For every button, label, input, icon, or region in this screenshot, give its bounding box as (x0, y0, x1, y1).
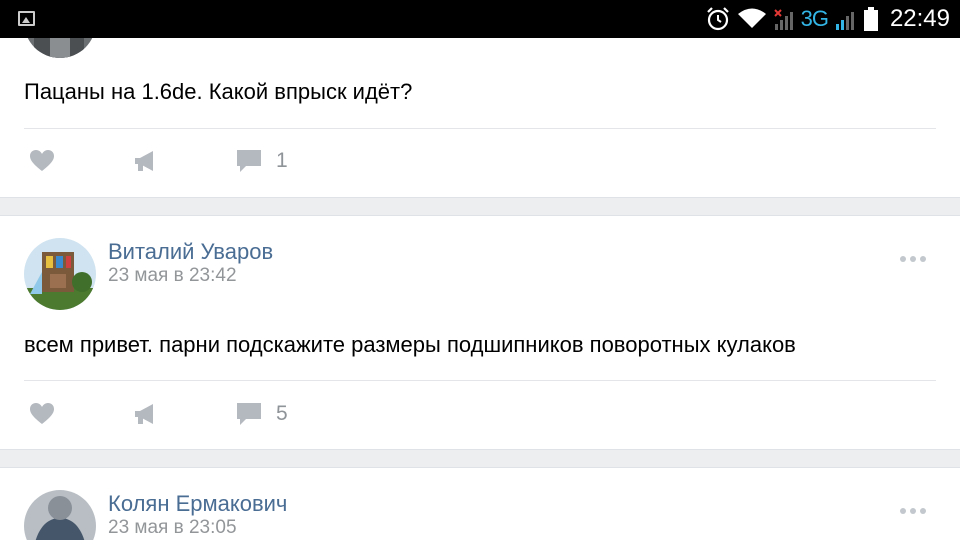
post-text: Пацаны на 1.6de. Какой впрыск идёт? (24, 79, 413, 104)
divider (24, 128, 936, 129)
share-button[interactable] (133, 149, 159, 173)
gallery-notification-icon (18, 11, 35, 26)
post-date: 23 мая в 23:42 (108, 265, 237, 286)
status-bar: 3G 22:49 (0, 0, 960, 38)
sim2-signal-icon (835, 12, 854, 30)
post-card: Виталий Уваров 23 мая в 23:42 всем приве… (0, 215, 960, 450)
heart-icon (30, 403, 54, 424)
author-name[interactable]: Виталий Уваров (108, 239, 273, 265)
dot (910, 508, 916, 514)
alarm-icon (706, 7, 729, 31)
avatar[interactable] (24, 238, 96, 310)
post-card: Колян Ермакович 23 мая в 23:05 (0, 467, 960, 540)
like-button[interactable] (29, 402, 55, 426)
more-options-button[interactable] (900, 508, 926, 514)
feed-screen: 3G 22:49 Пацаны на 1.6de. Какой впрыск и… (0, 0, 960, 540)
avatar[interactable] (24, 490, 96, 540)
sim1-signal-icon (773, 9, 793, 30)
dot (920, 508, 926, 514)
comment-button[interactable]: 1 (236, 148, 288, 174)
post-text: всем привет. парни подскажите размеры по… (24, 332, 796, 357)
post-date: 23 мая в 23:05 (108, 517, 237, 538)
more-options-button[interactable] (900, 256, 926, 262)
comment-count: 1 (276, 149, 288, 172)
author-name[interactable]: Колян Ермакович (108, 491, 287, 517)
divider (24, 380, 936, 381)
comment-icon (237, 150, 261, 172)
comment-icon (237, 403, 261, 425)
comment-count: 5 (276, 402, 288, 425)
heart-icon (30, 150, 54, 171)
status-icons: 3G 22:49 (705, 0, 950, 38)
network-type-label: 3G (800, 6, 829, 31)
dot (900, 256, 906, 262)
dot (920, 256, 926, 262)
megaphone-icon (135, 404, 153, 424)
comment-button[interactable]: 5 (236, 401, 288, 427)
like-button[interactable] (29, 149, 55, 173)
battery-icon (863, 7, 878, 31)
dot (900, 508, 906, 514)
wifi-icon (737, 8, 766, 28)
clock: 22:49 (889, 5, 950, 32)
dot (910, 256, 916, 262)
megaphone-icon (135, 151, 153, 171)
share-button[interactable] (133, 402, 159, 426)
